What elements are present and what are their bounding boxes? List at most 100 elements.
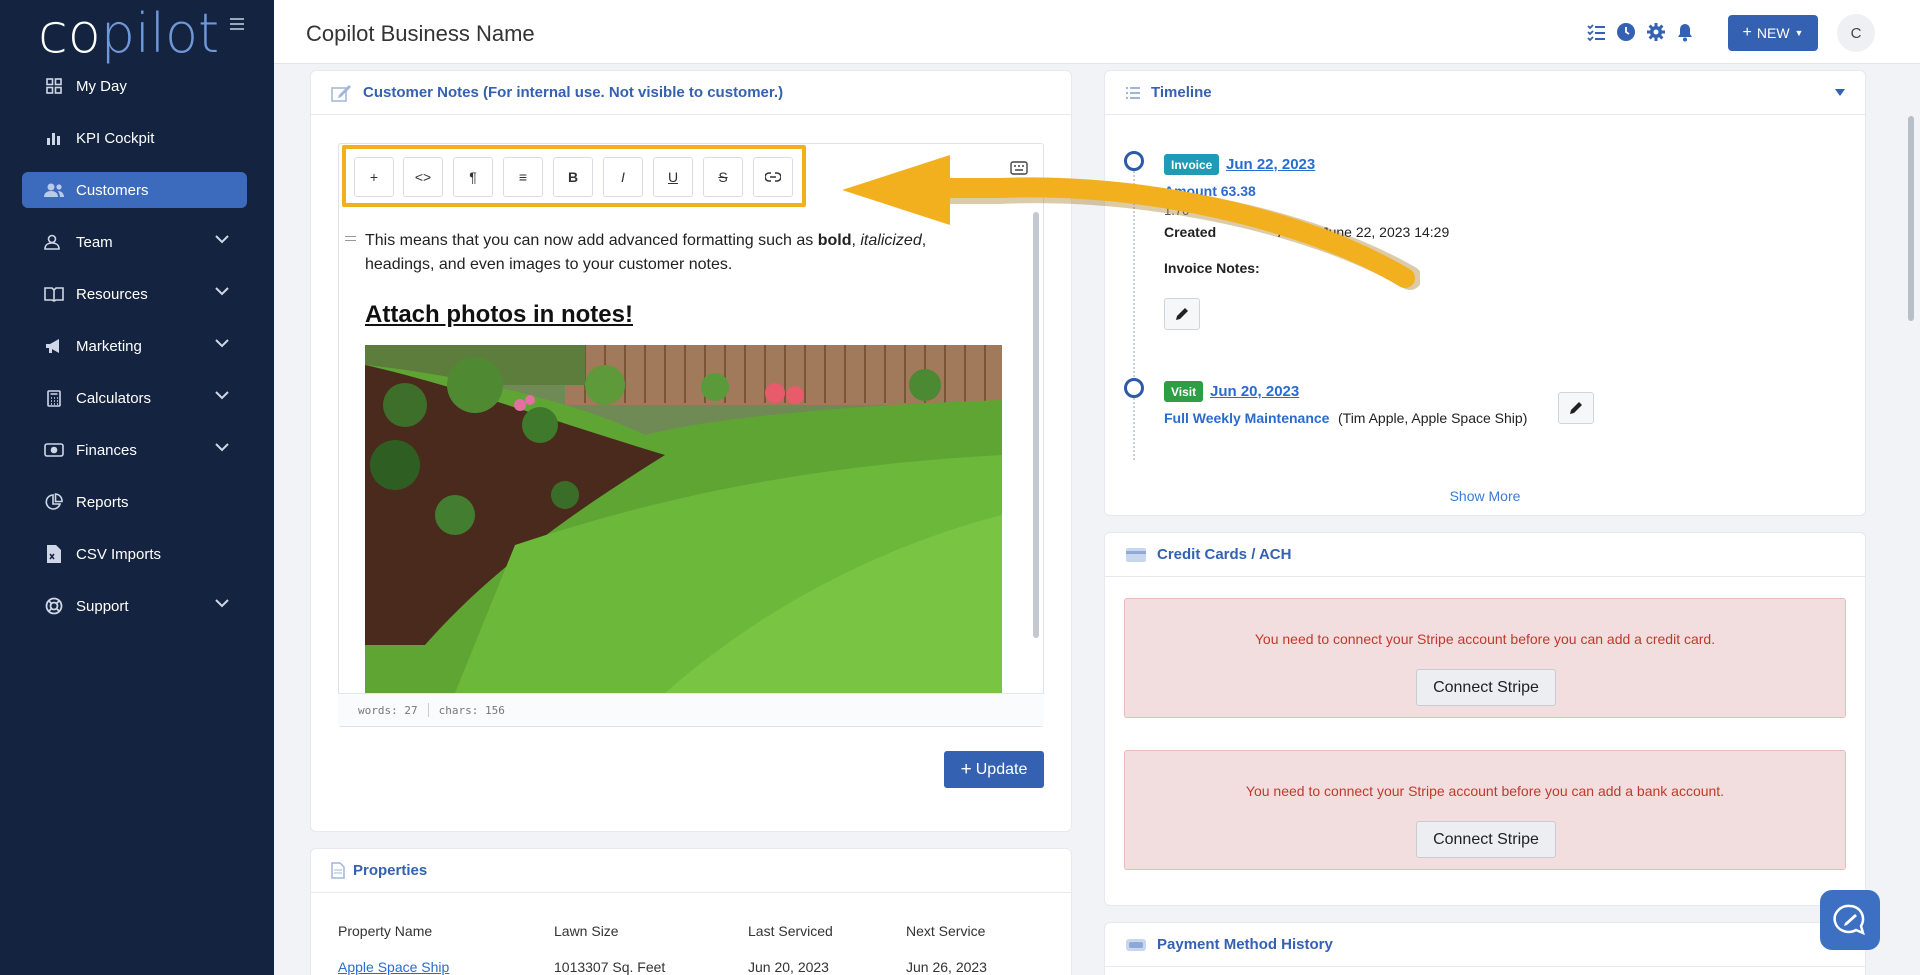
- hamburger-menu-icon[interactable]: [230, 18, 244, 32]
- sidebar-item-label: Marketing: [76, 337, 142, 355]
- sidebar-item-reports[interactable]: Reports: [22, 484, 247, 520]
- sidebar-item-my-day[interactable]: My Day: [22, 68, 247, 104]
- alert-text: You need to connect your Stripe account …: [1254, 631, 1716, 647]
- connect-stripe-button[interactable]: Connect Stripe: [1416, 821, 1556, 858]
- timeline-dot: [1124, 378, 1144, 398]
- column-header[interactable]: Last Serviced: [748, 923, 833, 939]
- sidebar-item-kpi-cockpit[interactable]: KPI Cockpit: [22, 120, 247, 156]
- task-list-icon[interactable]: [1586, 22, 1606, 42]
- payment-icon: [1126, 938, 1146, 951]
- sidebar-item-label: KPI Cockpit: [76, 129, 155, 147]
- word-count: words: 27: [358, 703, 418, 717]
- connect-stripe-button[interactable]: Connect Stripe: [1416, 669, 1556, 706]
- plus-icon: +: [1742, 24, 1752, 41]
- properties-title: Properties: [353, 862, 428, 879]
- sidebar-item-finances[interactable]: Finances: [22, 432, 247, 468]
- column-header[interactable]: Next Service: [906, 923, 985, 939]
- properties-card: Properties: [310, 848, 1072, 975]
- update-button[interactable]: + Update: [944, 751, 1044, 788]
- person-icon: [44, 232, 64, 252]
- payment-history-header: Payment Method History: [1105, 923, 1865, 967]
- credit-cards-header: Credit Cards / ACH: [1105, 533, 1865, 577]
- chevron-down-icon: [215, 599, 229, 608]
- drag-handle-icon[interactable]: [345, 236, 356, 241]
- chevron-down-icon: [215, 443, 229, 452]
- bell-icon[interactable]: [1675, 22, 1695, 42]
- edit-invoice-notes-button[interactable]: [1164, 298, 1200, 330]
- annotation-arrow: [842, 155, 1420, 290]
- pencil-icon: [1176, 308, 1188, 320]
- show-more-link[interactable]: Show More: [1104, 488, 1866, 504]
- page-scrollbar[interactable]: [1908, 116, 1914, 321]
- chat-bubble-icon: [1833, 904, 1865, 936]
- alert-text: You need to connect your Stripe account …: [1245, 783, 1725, 799]
- sidebar-item-label: Team: [76, 233, 113, 251]
- pie-chart-icon: [44, 492, 64, 512]
- megaphone-icon: [44, 336, 64, 356]
- last-serviced-cell: Jun 20, 2023: [748, 959, 829, 975]
- chevron-down-icon: [215, 235, 229, 244]
- sidebar-item-team[interactable]: Team: [22, 224, 247, 260]
- toolbar-highlight-box: [342, 145, 806, 207]
- word-char-counter: words: 27 chars: 156: [338, 693, 1044, 726]
- avatar[interactable]: C: [1837, 14, 1875, 52]
- plus-icon: +: [960, 758, 972, 780]
- pencil-icon: [1570, 402, 1582, 414]
- credit-card-icon: [1126, 547, 1146, 562]
- sidebar-item-csv-imports[interactable]: CSV Imports: [22, 536, 247, 572]
- note-heading[interactable]: Attach photos in notes!: [365, 301, 633, 329]
- credit-card-alert: You need to connect your Stripe account …: [1124, 598, 1846, 718]
- property-name-link[interactable]: Apple Space Ship: [338, 959, 449, 975]
- clock-icon[interactable]: [1616, 22, 1636, 42]
- copilot-logo[interactable]: copilot: [38, 2, 219, 65]
- customer-notes-title: Customer Notes (For internal use. Not vi…: [363, 84, 784, 101]
- timeline-header[interactable]: Timeline: [1105, 71, 1865, 115]
- new-button[interactable]: + NEW ▼: [1728, 15, 1818, 51]
- chevron-down-icon: [215, 391, 229, 400]
- document-icon: [331, 862, 345, 879]
- sidebar-item-calculators[interactable]: Calculators: [22, 380, 247, 416]
- column-header[interactable]: Lawn Size: [554, 923, 619, 939]
- chat-widget-button[interactable]: [1820, 890, 1880, 950]
- caret-down-icon[interactable]: [1835, 89, 1845, 96]
- sidebar-item-resources[interactable]: Resources: [22, 276, 247, 312]
- lifebuoy-icon: [44, 596, 64, 616]
- payment-history-title: Payment Method History: [1157, 936, 1333, 953]
- business-name: Copilot Business Name: [306, 21, 535, 46]
- users-icon: [44, 180, 64, 200]
- credit-cards-title: Credit Cards / ACH: [1157, 546, 1292, 563]
- edit-note-icon: [331, 84, 351, 102]
- visit-date-link[interactable]: Jun 20, 2023: [1210, 383, 1299, 400]
- sidebar-item-label: Reports: [76, 493, 129, 511]
- gear-icon[interactable]: [1646, 22, 1666, 42]
- sidebar-item-label: CSV Imports: [76, 545, 162, 563]
- sidebar-item-label: Resources: [76, 285, 148, 303]
- sidebar-item-customers[interactable]: Customers: [22, 172, 247, 208]
- sidebar-item-label: Finances: [76, 441, 137, 459]
- customer-notes-header: Customer Notes (For internal use. Not vi…: [311, 71, 1071, 115]
- sidebar-item-support[interactable]: Support: [22, 588, 247, 624]
- bank-account-alert: You need to connect your Stripe account …: [1124, 750, 1846, 870]
- timeline-title: Timeline: [1151, 84, 1212, 101]
- edit-visit-button[interactable]: [1558, 392, 1594, 424]
- lawn-photo: [365, 345, 1002, 693]
- char-count: chars: 156: [438, 703, 505, 717]
- grid-icon: [44, 76, 64, 96]
- visit-detail-text: (Tim Apple, Apple Space Ship): [1338, 410, 1528, 426]
- timeline-card: Timeline: [1104, 70, 1866, 516]
- lawn-size-cell: 1013307 Sq. Feet: [554, 959, 666, 975]
- sidebar-item-label: My Day: [76, 77, 127, 95]
- sidebar-item-label: Customers: [76, 181, 149, 199]
- properties-header: Properties: [311, 849, 1071, 893]
- caret-down-icon: ▼: [1794, 28, 1804, 38]
- sidebar-item-label: Support: [76, 597, 129, 615]
- bar-chart-icon: [44, 128, 64, 148]
- visit-badge: Visit: [1164, 381, 1204, 402]
- calculator-icon: [44, 388, 64, 408]
- sidebar-item-marketing[interactable]: Marketing: [22, 328, 247, 364]
- visit-service-link[interactable]: Full Weekly Maintenance: [1164, 410, 1329, 426]
- list-icon: [1126, 86, 1140, 99]
- sidebar: copilot My Day KPI Cockpit Customers Tea…: [0, 0, 274, 975]
- column-header[interactable]: Property Name: [338, 923, 432, 939]
- top-bar: Copilot Business Name + NEW ▼ C: [274, 0, 1920, 64]
